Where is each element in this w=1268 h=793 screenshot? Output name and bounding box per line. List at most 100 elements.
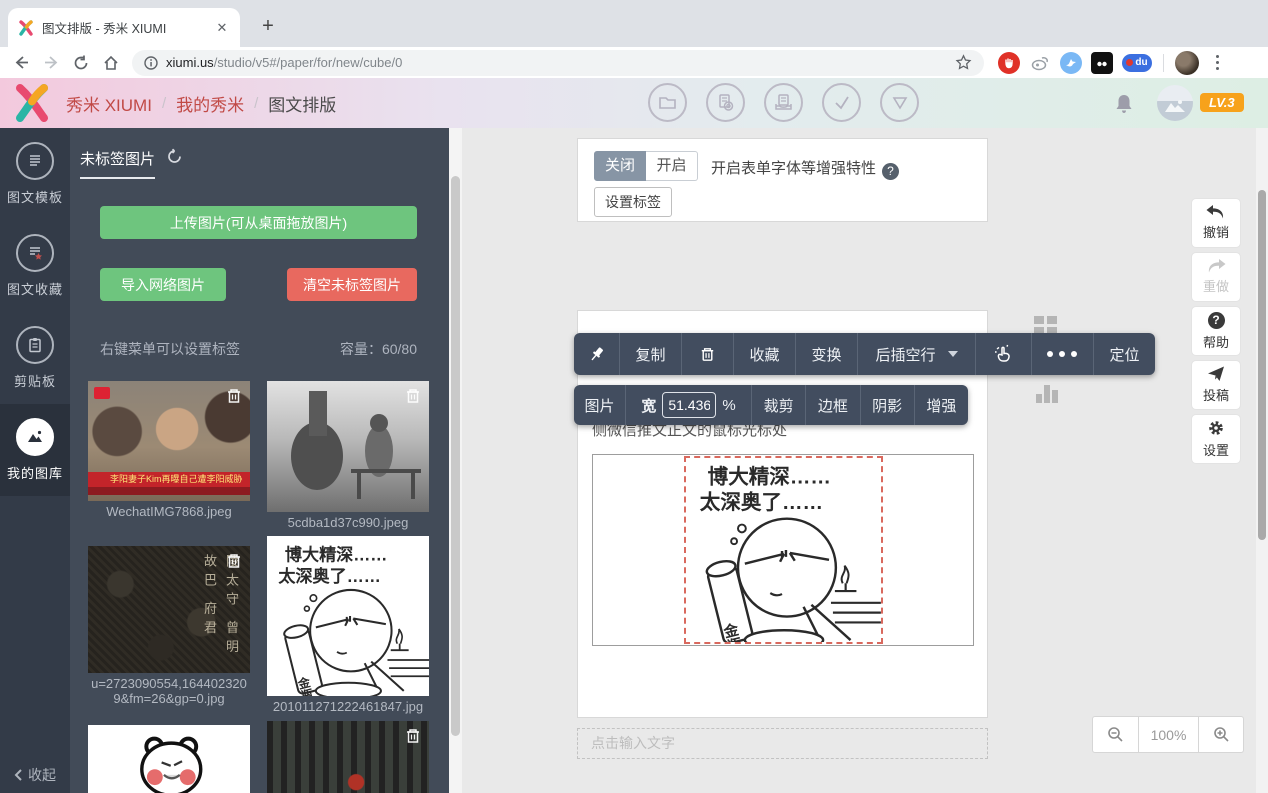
insert-blank-after-dropdown[interactable]: 后插空行 bbox=[858, 333, 976, 375]
delete-image-icon[interactable] bbox=[403, 726, 423, 751]
copy-button[interactable]: 复制 bbox=[620, 333, 682, 375]
thumbnail-cartoon[interactable]: 博大精深…… 太深奥了…… 金瓶梅 bbox=[267, 536, 429, 696]
library-image-item[interactable]: 陵太守 曾明 故巴 府君 u=2723090554,1644023209&fm=… bbox=[88, 546, 250, 706]
redo-button[interactable]: 重做 bbox=[1191, 252, 1241, 302]
upload-image-button[interactable]: 上传图片(可从桌面拖放图片) bbox=[100, 206, 417, 239]
collapse-panel-button[interactable]: 收起 bbox=[0, 765, 70, 785]
home-icon[interactable] bbox=[98, 50, 124, 76]
tab-untagged-images[interactable]: 未标签图片 bbox=[80, 148, 155, 179]
width-label: 宽 bbox=[641, 395, 656, 416]
locate-button[interactable]: 定位 bbox=[1094, 333, 1155, 375]
width-value-input[interactable] bbox=[662, 392, 716, 418]
library-image-item[interactable]: 5cdba1d37c990.jpeg bbox=[267, 381, 429, 530]
crop-button[interactable]: 裁剪 bbox=[752, 385, 806, 425]
undo-button[interactable]: 撤销 bbox=[1191, 198, 1241, 248]
notification-bell-icon[interactable] bbox=[1112, 92, 1136, 121]
more-options-icon[interactable] bbox=[1032, 333, 1094, 375]
zoom-in-button[interactable] bbox=[1199, 716, 1244, 753]
folder-icon[interactable] bbox=[648, 83, 687, 122]
submit-button[interactable]: 投稿 bbox=[1191, 360, 1241, 410]
delete-image-icon[interactable] bbox=[224, 551, 244, 576]
chevron-down-icon bbox=[948, 351, 958, 357]
border-button[interactable]: 边框 bbox=[806, 385, 860, 425]
text-input-placeholder[interactable]: 点击输入文字 bbox=[577, 728, 988, 759]
favorite-button[interactable]: 收藏 bbox=[734, 333, 796, 375]
svg-text:博大精深……: 博大精深…… bbox=[285, 545, 387, 565]
weibo-extension-icon[interactable] bbox=[1029, 52, 1051, 74]
browser-menu-icon[interactable] bbox=[1208, 55, 1227, 70]
refresh-icon[interactable] bbox=[166, 148, 183, 170]
dark-extension-icon[interactable] bbox=[1091, 52, 1113, 74]
save-draft-icon[interactable] bbox=[764, 83, 803, 122]
drag-hand-icon[interactable] bbox=[976, 333, 1032, 375]
back-icon[interactable] bbox=[8, 50, 34, 76]
delete-image-icon[interactable] bbox=[403, 386, 423, 411]
browser-profile-avatar[interactable] bbox=[1175, 51, 1199, 75]
zoom-out-button[interactable] bbox=[1092, 716, 1139, 753]
help-button[interactable]: ? 帮助 bbox=[1191, 306, 1241, 356]
library-image-item[interactable]: 李阳妻子Kim再曝自己遭李阳威胁 WechatIMG7868.jpeg bbox=[88, 381, 250, 519]
level-badge[interactable]: LV.3 bbox=[1200, 93, 1244, 112]
sidebar-item-clipboard[interactable]: 剪贴板 bbox=[0, 312, 70, 404]
news-banner-text: 李阳妻子Kim再曝自己遭李阳威胁 bbox=[88, 472, 250, 487]
submit-label: 投稿 bbox=[1203, 385, 1229, 404]
url-bar[interactable]: xiumi.us/studio/v5#/paper/for/new/cube/0 bbox=[132, 50, 984, 76]
library-image-item[interactable]: 博大精深…… 太深奥了…… 金瓶梅 bbox=[267, 536, 429, 714]
library-image-item[interactable] bbox=[88, 725, 250, 793]
library-scrollbar[interactable] bbox=[449, 128, 462, 793]
enhance-button[interactable]: 增强 bbox=[915, 385, 968, 425]
set-tag-button[interactable]: 设置标签 bbox=[594, 187, 672, 217]
browser-tabstrip: 图文排版 - 秀米 XIUMI ✕ + bbox=[0, 0, 1268, 47]
shadow-button[interactable]: 阴影 bbox=[861, 385, 915, 425]
sidebar-item-label: 图文模板 bbox=[7, 187, 63, 206]
svg-text:博大精深……: 博大精深…… bbox=[707, 464, 830, 488]
breadcrumb-brand[interactable]: 秀米 XIUMI bbox=[66, 91, 152, 116]
library-image-item[interactable] bbox=[267, 721, 429, 793]
tab-close-icon[interactable]: ✕ bbox=[214, 20, 230, 36]
browser-toolbar: xiumi.us/studio/v5#/paper/for/new/cube/0… bbox=[0, 47, 1268, 78]
settings-label: 设置 bbox=[1203, 440, 1229, 459]
reload-icon[interactable] bbox=[68, 50, 94, 76]
import-web-image-button[interactable]: 导入网络图片 bbox=[100, 268, 226, 301]
help-question-icon[interactable]: ? bbox=[882, 163, 899, 180]
pin-icon[interactable] bbox=[574, 333, 620, 375]
cartoon-art-small: 博大精深…… 太深奥了…… 金瓶梅 bbox=[267, 536, 429, 696]
svg-text:太深奥了……: 太深奥了…… bbox=[278, 566, 380, 586]
thumbnail-rubbing-photo[interactable]: 陵太守 曾明 故巴 府君 bbox=[88, 546, 250, 673]
toggle-off-button[interactable]: 关闭 bbox=[594, 151, 646, 181]
xiumi-logo[interactable] bbox=[12, 83, 52, 123]
transform-button[interactable]: 变换 bbox=[796, 333, 858, 375]
thumbnail-news-photo[interactable]: 李阳妻子Kim再曝自己遭李阳威胁 bbox=[88, 381, 250, 501]
baidu-extension-icon[interactable]: du bbox=[1122, 54, 1152, 72]
thumbnail-bw-photo[interactable] bbox=[267, 381, 429, 512]
enhanced-feature-card: 关闭 开启 开启表单字体等增强特性? 设置标签 bbox=[577, 138, 988, 222]
copy-image-icon[interactable] bbox=[706, 83, 745, 122]
bird-extension-icon[interactable] bbox=[1060, 52, 1082, 74]
adblock-extension-icon[interactable] bbox=[998, 52, 1020, 74]
info-icon[interactable] bbox=[144, 56, 158, 70]
forward-icon[interactable] bbox=[38, 50, 64, 76]
main-scrollbar[interactable] bbox=[1256, 128, 1268, 793]
breadcrumb-my-xiumi[interactable]: 我的秀米 bbox=[176, 91, 244, 116]
bookmark-star-icon[interactable] bbox=[955, 54, 972, 71]
new-tab-button[interactable]: + bbox=[254, 13, 282, 41]
toggle-on-button[interactable]: 开启 bbox=[646, 151, 698, 181]
undo-arrow-icon bbox=[1206, 205, 1226, 219]
delete-block-icon[interactable] bbox=[682, 333, 734, 375]
browser-tab[interactable]: 图文排版 - 秀米 XIUMI ✕ bbox=[8, 8, 240, 47]
selected-image[interactable]: 博大精深…… 太深奥了…… 金瓶梅 bbox=[684, 456, 883, 644]
thumbnail-forest-photo[interactable] bbox=[267, 721, 429, 793]
undo-label: 撤销 bbox=[1203, 222, 1229, 241]
breadcrumb-current-page: 图文排版 bbox=[268, 91, 336, 116]
sidebar-item-templates[interactable]: 图文模板 bbox=[0, 128, 70, 220]
sidebar-item-favorites[interactable]: 图文收藏 bbox=[0, 220, 70, 312]
clear-untagged-button[interactable]: 清空未标签图片 bbox=[287, 268, 417, 301]
thumbnail-bear-meme[interactable] bbox=[88, 725, 250, 793]
delete-image-icon[interactable] bbox=[224, 386, 244, 411]
chart-tool-icon[interactable] bbox=[1036, 383, 1060, 403]
check-icon[interactable] bbox=[822, 83, 861, 122]
sidebar-item-my-gallery[interactable]: 我的图库 bbox=[0, 404, 70, 496]
settings-button[interactable]: 设置 bbox=[1191, 414, 1241, 464]
triangle-down-icon[interactable] bbox=[880, 83, 919, 122]
user-avatar[interactable] bbox=[1157, 85, 1193, 121]
